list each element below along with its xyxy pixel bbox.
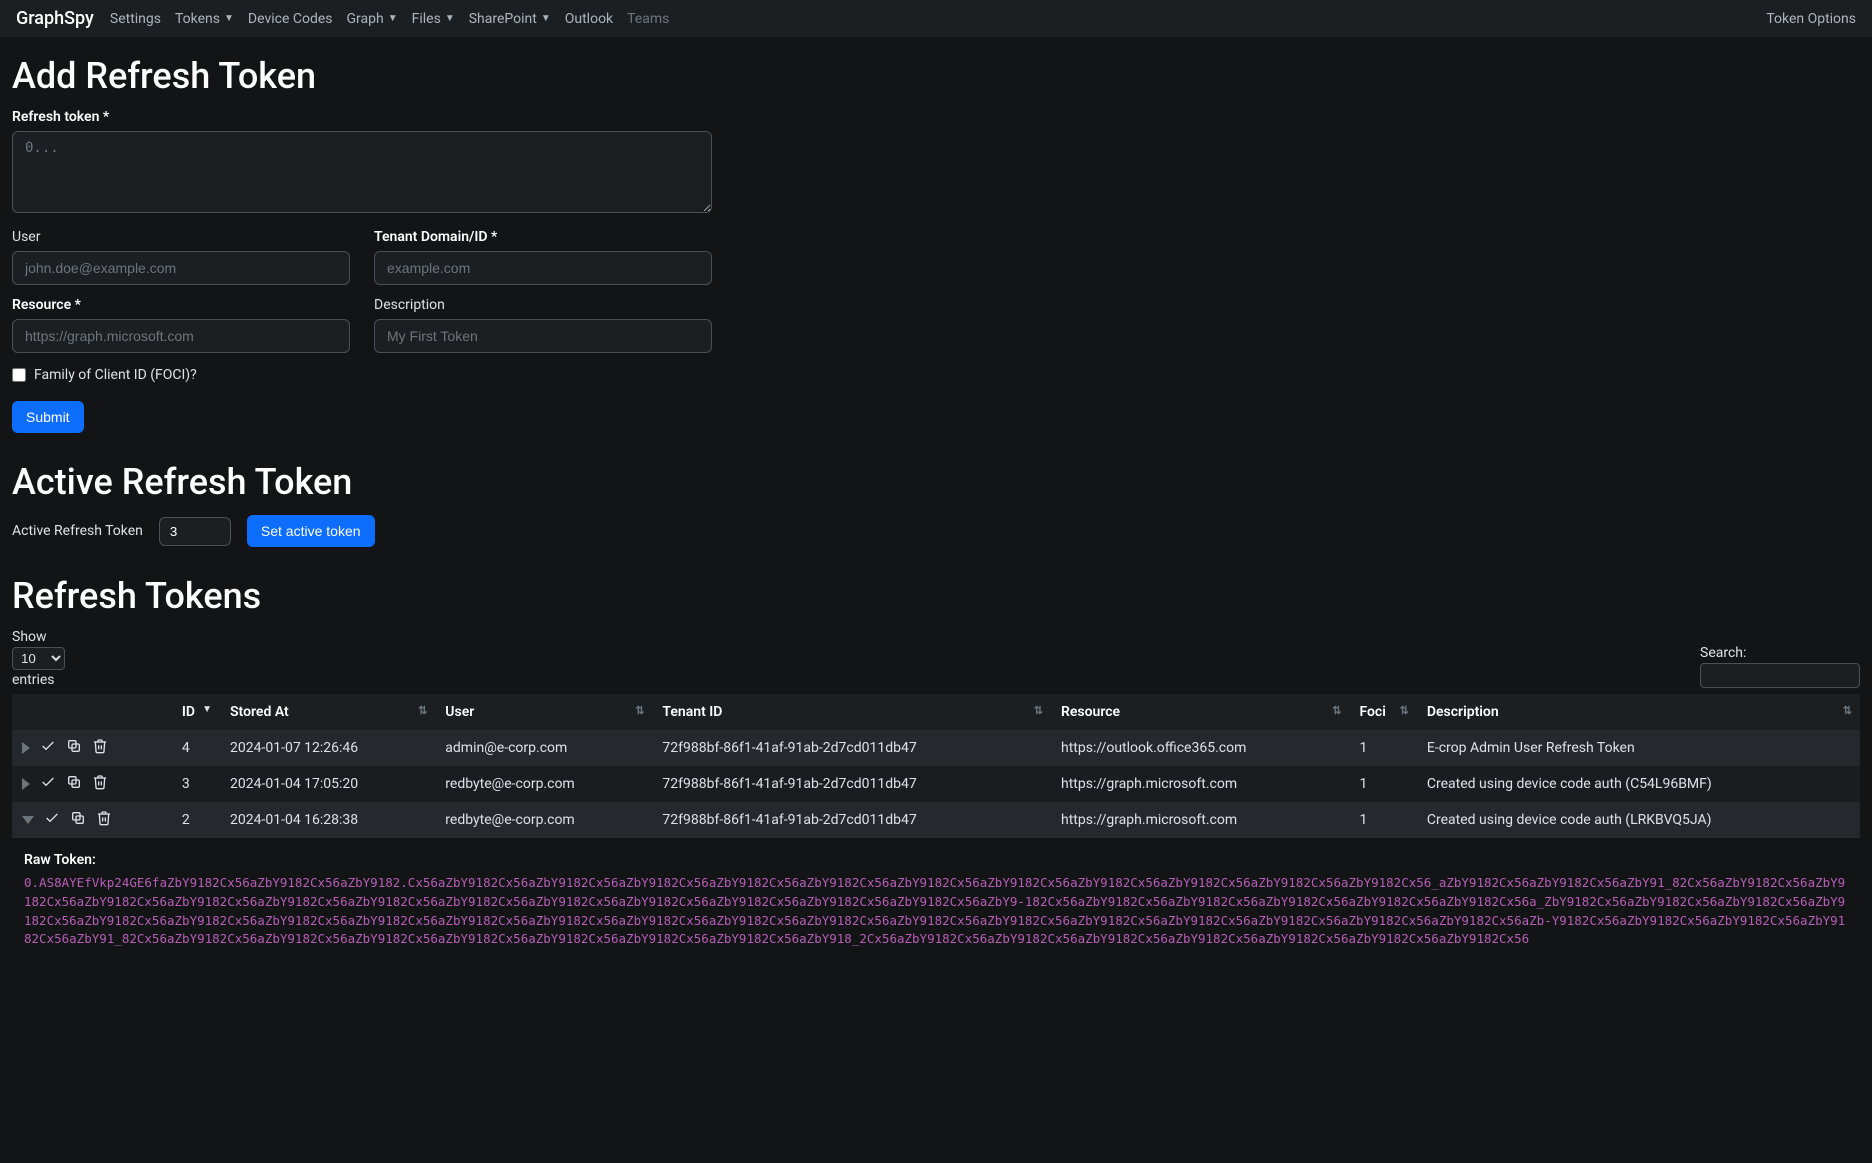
resource-input[interactable] [12,319,350,353]
table-search: Search: [1700,645,1860,688]
col-actions [12,694,172,730]
nav-teams: Teams [627,11,669,27]
check-icon[interactable] [40,774,56,794]
active-token-input[interactable] [159,517,231,546]
label-entries: entries [12,672,55,688]
cell-foci: 1 [1349,802,1416,838]
nav-files[interactable]: Files▼ [412,11,455,27]
table-length: Show 102550100 entries [12,629,65,688]
tenant-input[interactable] [374,251,712,285]
nav-token-options[interactable]: Token Options [1766,11,1856,27]
trash-icon[interactable] [92,774,108,794]
navbar: GraphSpy Settings Tokens▼ Device Codes Grap… [0,0,1872,37]
table-row: 22024-01-04 16:28:38redbyte@e-corp.com72… [12,802,1860,838]
cell-foci: 1 [1349,766,1416,802]
length-select[interactable]: 102550100 [12,647,65,670]
cell-stored: 2024-01-07 12:26:46 [220,730,435,766]
trash-icon[interactable] [92,738,108,758]
nav-settings[interactable]: Settings [110,11,161,27]
cell-resource: https://graph.microsoft.com [1051,766,1349,802]
nav-outlook[interactable]: Outlook [565,11,613,27]
raw-token-text: 0.AS8AYEfVkp24GE6faZbY9182Cx56aZbY9182Cx… [24,874,1848,949]
cell-tenant: 72f988bf-86f1-41af-91ab-2d7cd011db47 [652,766,1051,802]
chevron-down-icon: ▼ [445,13,455,24]
check-icon[interactable] [40,738,56,758]
cell-tenant: 72f988bf-86f1-41af-91ab-2d7cd011db47 [652,802,1051,838]
col-foci[interactable]: Foci [1349,694,1416,730]
copy-icon[interactable] [66,738,82,758]
set-active-button[interactable]: Set active token [247,515,375,547]
col-tenant-id[interactable]: Tenant ID [652,694,1051,730]
expand-icon[interactable] [22,778,30,790]
label-user: User [12,229,350,245]
cell-user: admin@e-corp.com [435,730,652,766]
description-input[interactable] [374,319,712,353]
raw-token-block: Raw Token: 0.AS8AYEfVkp24GE6faZbY9182Cx5… [12,842,1860,959]
user-input[interactable] [12,251,350,285]
label-foci: Family of Client ID (FOCI)? [34,367,197,383]
trash-icon[interactable] [96,810,112,830]
chevron-down-icon: ▼ [388,13,398,24]
cell-id: 4 [172,730,220,766]
col-id[interactable]: ID [172,694,220,730]
label-show: Show [12,629,47,645]
cell-stored: 2024-01-04 16:28:38 [220,802,435,838]
expand-icon[interactable] [22,816,34,824]
cell-resource: https://outlook.office365.com [1051,730,1349,766]
nav-links: Settings Tokens▼ Device Codes Graph▼ Files▼ S… [110,11,670,27]
table-row: 42024-01-07 12:26:46admin@e-corp.com72f9… [12,730,1860,766]
chevron-down-icon: ▼ [541,13,551,24]
brand[interactable]: GraphSpy [16,8,94,29]
submit-button[interactable]: Submit [12,401,84,433]
col-user[interactable]: User [435,694,652,730]
expand-icon[interactable] [22,742,30,754]
check-icon[interactable] [44,810,60,830]
col-description[interactable]: Description [1417,694,1860,730]
table-body: 42024-01-07 12:26:46admin@e-corp.com72f9… [12,730,1860,838]
cell-desc: Created using device code auth (C54L96BM… [1417,766,1860,802]
refresh-tokens-table: IDStored AtUserTenant IDResourceFociDesc… [12,694,1860,838]
cell-resource: https://graph.microsoft.com [1051,802,1349,838]
heading-add-refresh-token: Add Refresh Token [12,55,1860,97]
label-resource: Resource * [12,297,350,313]
copy-icon[interactable] [66,774,82,794]
label-refresh-token: Refresh token * [12,109,712,125]
search-input[interactable] [1700,663,1860,688]
heading-refresh-tokens: Refresh Tokens [12,575,1860,617]
refresh-token-input[interactable] [12,131,712,213]
col-resource[interactable]: Resource [1051,694,1349,730]
cell-user: redbyte@e-corp.com [435,802,652,838]
label-tenant: Tenant Domain/ID * [374,229,712,245]
table-row: 32024-01-04 17:05:20redbyte@e-corp.com72… [12,766,1860,802]
cell-user: redbyte@e-corp.com [435,766,652,802]
chevron-down-icon: ▼ [224,13,234,24]
nav-device-codes[interactable]: Device Codes [248,11,333,27]
nav-graph[interactable]: Graph▼ [347,11,398,27]
col-stored-at[interactable]: Stored At [220,694,435,730]
foci-checkbox[interactable] [12,368,26,382]
cell-stored: 2024-01-04 17:05:20 [220,766,435,802]
nav-tokens[interactable]: Tokens▼ [175,11,234,27]
heading-active-token: Active Refresh Token [12,461,1860,503]
cell-id: 2 [172,802,220,838]
copy-icon[interactable] [70,810,86,830]
table-header-row: IDStored AtUserTenant IDResourceFociDesc… [12,694,1860,730]
cell-tenant: 72f988bf-86f1-41af-91ab-2d7cd011db47 [652,730,1051,766]
nav-sharepoint[interactable]: SharePoint▼ [469,11,551,27]
cell-id: 3 [172,766,220,802]
raw-token-label: Raw Token: [24,852,1848,868]
label-description: Description [374,297,712,313]
cell-desc: Created using device code auth (LRKBVQ5J… [1417,802,1860,838]
label-active-token: Active Refresh Token [12,523,143,539]
label-search: Search: [1700,645,1746,661]
cell-desc: E-crop Admin User Refresh Token [1417,730,1860,766]
cell-foci: 1 [1349,730,1416,766]
